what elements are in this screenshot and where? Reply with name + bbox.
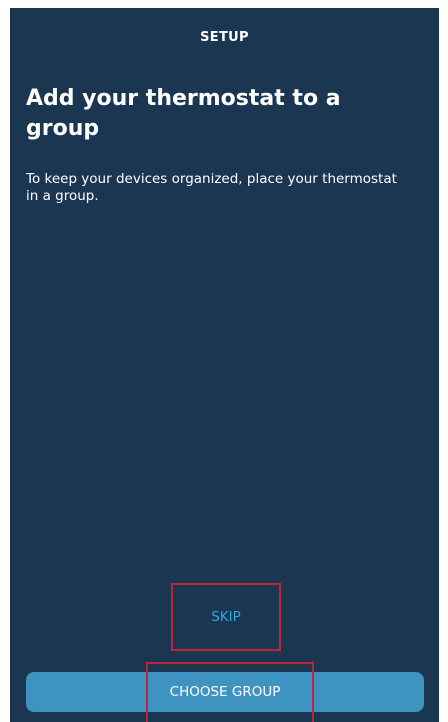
header-label: SETUP <box>200 30 249 45</box>
page-description: To keep your devices organized, place yo… <box>26 171 397 204</box>
setup-screen: SETUP Add your thermostat to a group To … <box>10 8 439 722</box>
skip-button-label: SKIP <box>211 609 241 625</box>
skip-button[interactable]: SKIP <box>171 583 281 651</box>
choose-group-button-label: CHOOSE GROUP <box>169 684 281 700</box>
choose-group-button[interactable]: CHOOSE GROUP <box>26 672 424 712</box>
page-title: Add your thermostat to a group <box>26 86 341 141</box>
